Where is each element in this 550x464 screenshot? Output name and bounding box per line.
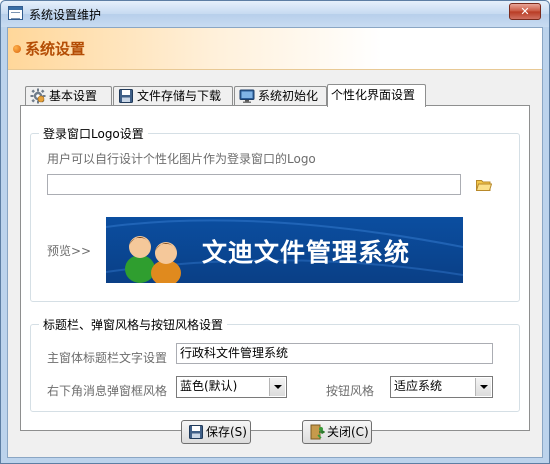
window-title: 系统设置维护 — [29, 8, 102, 22]
title-text-input[interactable]: 行政科文件管理系统 — [176, 343, 493, 364]
title-text-label: 主窗体标题栏文字设置 — [47, 351, 168, 365]
button-style-value: 适应系统 — [394, 379, 443, 393]
logo-path-input[interactable] — [47, 174, 461, 195]
tab-label: 个性化界面设置 — [331, 88, 416, 102]
button-style-label: 按钮风格 — [326, 384, 375, 398]
tab-basic-settings[interactable]: 基本设置 — [25, 86, 112, 106]
popup-style-value: 蓝色(默认) — [180, 379, 238, 393]
logo-settings-group: 登录窗口Logo设置 用户可以自行设计个性化图片作为登录窗口的Logo 预览>> — [30, 125, 520, 302]
preview-label: 预览>> — [47, 244, 92, 258]
close-window-button[interactable]: ✕ — [509, 3, 541, 20]
monitor-icon — [239, 88, 255, 104]
logo-preview-banner: 文迪文件管理系统 — [106, 217, 463, 283]
title-bar: 系统设置维护 ✕ — [1, 1, 549, 27]
close-button[interactable]: 关闭(C) — [302, 420, 372, 444]
tab-label: 系统初始化 — [258, 89, 319, 103]
gear-icon — [30, 88, 46, 104]
button-style-select[interactable]: 适应系统 — [390, 376, 493, 398]
close-button-label: 关闭(C) — [327, 425, 369, 439]
group-legend: 标题栏、弹窗风格与按钮风格设置 — [39, 316, 228, 333]
tab-label: 文件存储与下载 — [137, 89, 222, 103]
save-icon — [188, 424, 204, 440]
folder-open-icon[interactable] — [475, 179, 493, 191]
tab-personalization[interactable]: 个性化界面设置 — [327, 84, 426, 107]
chevron-down-icon[interactable] — [475, 378, 491, 396]
popup-style-label: 右下角消息弹窗框风格 — [47, 384, 168, 398]
page-title: 系统设置 — [25, 40, 86, 58]
users-icon — [125, 236, 181, 283]
popup-style-select[interactable]: 蓝色(默认) — [176, 376, 287, 398]
header-band: 系统设置 — [8, 28, 542, 70]
banner-title: 文迪文件管理系统 — [202, 238, 411, 267]
logo-hint-text: 用户可以自行设计个性化图片作为登录窗口的Logo — [47, 152, 316, 166]
exit-icon — [309, 424, 326, 440]
save-button[interactable]: 保存(S) — [181, 420, 251, 444]
tab-file-storage[interactable]: 文件存储与下载 — [113, 86, 233, 106]
save-icon — [118, 88, 134, 104]
client-area: 系统设置 基本设置 文件存储与下载 系统初始化 个性化界面设置 登录窗口Logo… — [7, 27, 543, 458]
save-button-label: 保存(S) — [206, 425, 247, 439]
chevron-down-icon[interactable] — [269, 378, 285, 396]
tab-label: 基本设置 — [49, 89, 98, 103]
tab-strip: 基本设置 文件存储与下载 系统初始化 个性化界面设置 — [25, 84, 535, 107]
window: 系统设置维护 ✕ 系统设置 基本设置 文件存储与下载 系统初始化 个性化界面设置… — [0, 0, 550, 464]
tab-panel-personalization: 登录窗口Logo设置 用户可以自行设计个性化图片作为登录窗口的Logo 预览>> — [20, 105, 530, 431]
app-window-icon — [8, 6, 23, 20]
group-legend: 登录窗口Logo设置 — [39, 125, 148, 142]
tab-system-init[interactable]: 系统初始化 — [234, 86, 327, 106]
style-settings-group: 标题栏、弹窗风格与按钮风格设置 主窗体标题栏文字设置 行政科文件管理系统 右下角… — [30, 316, 520, 412]
bullet-icon — [13, 45, 21, 53]
